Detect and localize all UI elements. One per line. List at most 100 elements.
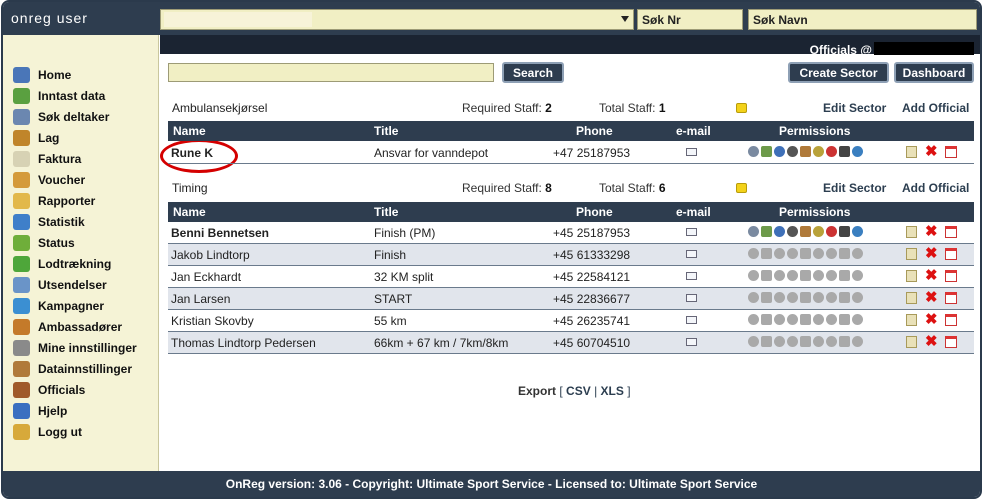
permission-icon[interactable] <box>800 270 811 281</box>
permission-icon[interactable] <box>852 146 863 157</box>
mail-icon[interactable] <box>686 272 697 280</box>
permission-icon[interactable] <box>761 314 772 325</box>
permission-icon[interactable] <box>748 292 759 303</box>
permission-icon[interactable] <box>800 314 811 325</box>
sidebar-item-kampagner[interactable]: Kampagner <box>13 296 104 316</box>
edit-icon[interactable] <box>906 314 917 326</box>
permission-icon[interactable] <box>813 270 824 281</box>
calendar-icon[interactable] <box>945 146 957 158</box>
permission-icon[interactable] <box>852 248 863 259</box>
permission-icon[interactable] <box>826 336 837 347</box>
calendar-icon[interactable] <box>945 292 957 304</box>
permission-icon[interactable] <box>787 336 798 347</box>
delete-icon[interactable]: ✖ <box>925 312 938 327</box>
permission-icon[interactable] <box>774 248 785 259</box>
sidebar-item-ambassad-rer[interactable]: Ambassadører <box>13 317 122 337</box>
edit-icon[interactable] <box>906 336 917 348</box>
mail-icon[interactable] <box>686 316 697 324</box>
permission-icon[interactable] <box>774 270 785 281</box>
official-name[interactable]: Jakob Lindtorp <box>171 248 250 262</box>
sidebar-item-home[interactable]: Home <box>13 65 71 85</box>
sidebar-item-inntast-data[interactable]: Inntast data <box>13 86 105 106</box>
sidebar-item-rapporter[interactable]: Rapporter <box>13 191 95 211</box>
add-official-link[interactable]: Add Official <box>902 101 969 115</box>
mail-icon[interactable] <box>686 148 697 156</box>
delete-icon[interactable]: ✖ <box>925 334 938 349</box>
permission-icon[interactable] <box>774 336 785 347</box>
permission-icon[interactable] <box>826 226 837 237</box>
export-xls-link[interactable]: XLS <box>601 384 624 398</box>
permission-icon[interactable] <box>774 146 785 157</box>
permission-icon[interactable] <box>852 336 863 347</box>
permission-icon[interactable] <box>787 270 798 281</box>
official-name[interactable]: Benni Bennetsen <box>171 226 269 240</box>
permission-icon[interactable] <box>748 336 759 347</box>
create-sector-button[interactable]: Create Sector <box>788 62 889 83</box>
sidebar-item-utsendelser[interactable]: Utsendelser <box>13 275 107 295</box>
calendar-icon[interactable] <box>945 248 957 260</box>
calendar-icon[interactable] <box>945 270 957 282</box>
permission-icon[interactable] <box>813 314 824 325</box>
search-nr-input[interactable]: Søk Nr <box>637 9 743 30</box>
delete-icon[interactable]: ✖ <box>925 268 938 283</box>
official-name[interactable]: Jan Larsen <box>171 292 230 306</box>
edit-sector-link[interactable]: Edit Sector <box>823 181 886 195</box>
sidebar-item-officials[interactable]: Officials <box>13 380 85 400</box>
edit-icon[interactable] <box>906 146 917 158</box>
edit-icon[interactable] <box>906 248 917 260</box>
mail-icon[interactable] <box>686 294 697 302</box>
search-name-input[interactable]: Søk Navn <box>748 9 977 30</box>
permission-icon[interactable] <box>839 292 850 303</box>
permission-icon[interactable] <box>787 226 798 237</box>
sidebar-item-logg-ut[interactable]: Logg ut <box>13 422 82 442</box>
edit-icon[interactable] <box>906 292 917 304</box>
permission-icon[interactable] <box>787 146 798 157</box>
permission-icon[interactable] <box>813 226 824 237</box>
permission-icon[interactable] <box>774 292 785 303</box>
permission-icon[interactable] <box>748 270 759 281</box>
permission-icon[interactable] <box>839 270 850 281</box>
delete-icon[interactable]: ✖ <box>925 224 938 239</box>
calendar-icon[interactable] <box>945 336 957 348</box>
permission-icon[interactable] <box>839 314 850 325</box>
sidebar-item-s-k-deltaker[interactable]: Søk deltaker <box>13 107 109 127</box>
permission-icon[interactable] <box>761 146 772 157</box>
permission-icon[interactable] <box>839 146 850 157</box>
official-name[interactable]: Jan Eckhardt <box>171 270 241 284</box>
note-icon[interactable] <box>736 103 747 113</box>
sidebar-item-mine-innstillinger[interactable]: Mine innstillinger <box>13 338 137 358</box>
permission-icon[interactable] <box>826 292 837 303</box>
permission-icon[interactable] <box>761 226 772 237</box>
sidebar-item-lodtr-kning[interactable]: Lodtrækning <box>13 254 111 274</box>
permission-icon[interactable] <box>826 314 837 325</box>
sidebar-item-datainnstillinger[interactable]: Datainnstillinger <box>13 359 132 379</box>
permission-icon[interactable] <box>800 292 811 303</box>
edit-sector-link[interactable]: Edit Sector <box>823 101 886 115</box>
permission-icon[interactable] <box>748 146 759 157</box>
note-icon[interactable] <box>736 183 747 193</box>
permission-icon[interactable] <box>774 314 785 325</box>
permission-icon[interactable] <box>813 146 824 157</box>
permission-icon[interactable] <box>826 248 837 259</box>
permission-icon[interactable] <box>800 146 811 157</box>
calendar-icon[interactable] <box>945 314 957 326</box>
permission-icon[interactable] <box>852 292 863 303</box>
mail-icon[interactable] <box>686 250 697 258</box>
calendar-icon[interactable] <box>945 226 957 238</box>
permission-icon[interactable] <box>826 270 837 281</box>
permission-icon[interactable] <box>852 226 863 237</box>
permission-icon[interactable] <box>800 248 811 259</box>
permission-icon[interactable] <box>787 248 798 259</box>
permission-icon[interactable] <box>761 292 772 303</box>
permission-icon[interactable] <box>852 270 863 281</box>
permission-icon[interactable] <box>748 314 759 325</box>
sidebar-item-statistik[interactable]: Statistik <box>13 212 85 232</box>
permission-icon[interactable] <box>839 336 850 347</box>
permission-icon[interactable] <box>748 248 759 259</box>
permission-icon[interactable] <box>787 314 798 325</box>
official-name[interactable]: Rune K <box>171 146 213 160</box>
permission-icon[interactable] <box>813 292 824 303</box>
sidebar-item-lag[interactable]: Lag <box>13 128 59 148</box>
sidebar-item-voucher[interactable]: Voucher <box>13 170 85 190</box>
official-name[interactable]: Thomas Lindtorp Pedersen <box>171 336 316 350</box>
